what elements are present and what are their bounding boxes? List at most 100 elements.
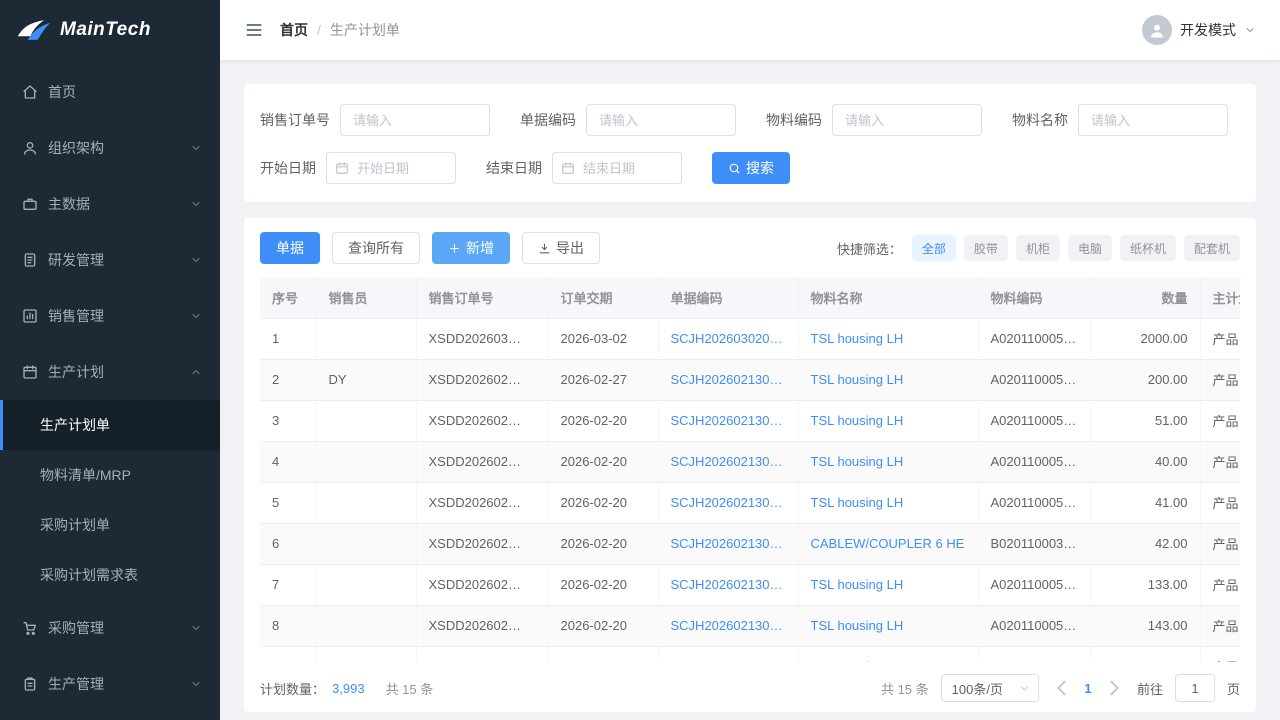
table-row[interactable]: 3XSDD202602…2026-02-20SCJH20260213004…TS… — [260, 400, 1240, 441]
filter-field-start-date: 开始日期 — [260, 152, 456, 184]
sidebar-item-home[interactable]: 首页 — [0, 64, 220, 120]
table-cell-material_name[interactable]: TSL housing LH — [798, 359, 978, 400]
quick-filter-chip[interactable]: 配套机 — [1184, 235, 1240, 261]
table-cell-material_code: B0201100032… — [978, 646, 1090, 662]
sidebar-subitem-production-plan-order[interactable]: 生产计划单 — [0, 400, 220, 450]
table-cell-plan_attr: 产品 — [1200, 646, 1240, 662]
table-cell-plan_attr: 产品 — [1200, 441, 1240, 482]
sidebar-subitem-purchase-plan-demand[interactable]: 采购计划需求表 — [0, 550, 220, 600]
table-cell-index: 7 — [260, 564, 316, 605]
chevron-down-icon — [190, 142, 202, 154]
table-cell-plan_attr: 产品 — [1200, 318, 1240, 359]
column-header-doc_code: 单据编码 — [658, 278, 798, 318]
prev-page-button[interactable] — [1051, 677, 1073, 699]
table-row[interactable]: 6XSDD202602…2026-02-20SCJH20260213003…CA… — [260, 523, 1240, 564]
chart-icon — [22, 308, 38, 324]
quick-filter-label: 快捷筛选： — [837, 239, 902, 258]
table-cell-material_code: A0201100056… — [978, 441, 1090, 482]
search-button[interactable]: 搜索 — [712, 152, 790, 184]
quick-filter-chip[interactable]: 机柜 — [1016, 235, 1060, 261]
menu-fold-icon[interactable] — [244, 20, 264, 40]
user-menu[interactable]: 开发模式 — [1142, 15, 1256, 45]
table-row[interactable]: 7XSDD202602…2026-02-20SCJH20260213002…TS… — [260, 564, 1240, 605]
table-cell-quantity: 51.00 — [1090, 400, 1200, 441]
table-cell-plan_attr: 产品 — [1200, 400, 1240, 441]
next-page-button[interactable] — [1103, 677, 1125, 699]
column-header-plan_attr: 主计划属性 — [1200, 278, 1240, 318]
breadcrumb-current: 生产计划单 — [330, 20, 400, 40]
table-row[interactable]: 4XSDD202602…2026-02-20SCJH20260213003…TS… — [260, 441, 1240, 482]
sidebar-item-master-data[interactable]: 主数据 — [0, 176, 220, 232]
sidebar-subitem-purchase-plan-order[interactable]: 采购计划单 — [0, 500, 220, 550]
table-cell-index: 2 — [260, 359, 316, 400]
filter-label: 开始日期 — [260, 158, 316, 178]
sales-order-no-input[interactable] — [340, 104, 490, 136]
table-row[interactable]: 1XSDD202603…2026-03-02SCJH20260302001…TS… — [260, 318, 1240, 359]
table-cell-doc_code[interactable]: SCJH20260213003… — [658, 482, 798, 523]
table-row[interactable]: 8XSDD202602…2026-02-20SCJH20260213002…TS… — [260, 605, 1240, 646]
quick-filter-chip[interactable]: 电脑 — [1068, 235, 1112, 261]
table-cell-material_name[interactable]: TSL housing LH — [798, 441, 978, 482]
filter-label: 物料名称 — [1012, 110, 1068, 130]
table-cell-material_name[interactable]: TSL housing LH — [798, 564, 978, 605]
doc-code-input[interactable] — [586, 104, 736, 136]
sidebar-item-rd-management[interactable]: 研发管理 — [0, 232, 220, 288]
filter-row-date: 开始日期结束日期 搜索 — [260, 152, 1240, 184]
filter-label: 单据编码 — [520, 110, 576, 130]
table-cell-doc_code[interactable]: SCJH20260302001… — [658, 318, 798, 359]
table-row[interactable]: 5XSDD202602…2026-02-20SCJH20260213003…TS… — [260, 482, 1240, 523]
table-cell-doc_code[interactable]: SCJH20260213002… — [658, 605, 798, 646]
table-cell-material_name[interactable]: CABLEW/COUPLER 6 HE — [798, 646, 978, 662]
material-code-input[interactable] — [832, 104, 982, 136]
topbar: 首页 / 生产计划单 开发模式 — [220, 0, 1280, 60]
breadcrumb-home[interactable]: 首页 — [280, 20, 308, 40]
breadcrumb: 首页 / 生产计划单 — [280, 20, 400, 40]
table-cell-material_name[interactable]: TSL housing LH — [798, 482, 978, 523]
sidebar-item-production-management[interactable]: 生产管理 — [0, 656, 220, 712]
table-cell-quantity: 200.00 — [1090, 359, 1200, 400]
sidebar-item-org[interactable]: 组织架构 — [0, 120, 220, 176]
table-cell-doc_code[interactable]: SCJH20260213003… — [658, 523, 798, 564]
table-cell-index: 3 — [260, 400, 316, 441]
query-all-button[interactable]: 查询所有 — [332, 232, 420, 264]
table-body: 1XSDD202603…2026-03-02SCJH20260302001…TS… — [260, 318, 1240, 662]
sidebar-subitem-bom-mrp[interactable]: 物料清单/MRP — [0, 450, 220, 500]
export-button[interactable]: 导出 — [522, 232, 600, 264]
table-cell-doc_code[interactable]: SCJH20260213005… — [658, 359, 798, 400]
column-header-salesperson: 销售员 — [316, 278, 416, 318]
table-cell-sales_order_no: XSDD202602… — [416, 482, 548, 523]
table-cell-plan_attr: 产品 — [1200, 523, 1240, 564]
add-button[interactable]: 新增 — [432, 232, 510, 264]
sidebar-item-production-plan[interactable]: 生产计划 — [0, 344, 220, 400]
table-cell-doc_code[interactable]: SCJH20260213004… — [658, 400, 798, 441]
sidebar-item-sales-management[interactable]: 销售管理 — [0, 288, 220, 344]
page-size-select[interactable]: 100条/页 — [941, 674, 1039, 702]
page-number[interactable]: 1 — [1077, 677, 1099, 699]
calendar-icon — [335, 161, 349, 175]
download-icon — [538, 242, 551, 255]
quick-filter-chip[interactable]: 纸杯机 — [1120, 235, 1176, 261]
table-cell-material_name[interactable]: CABLEW/COUPLER 6 HE — [798, 523, 978, 564]
table-cell-plan_attr: 产品 — [1200, 564, 1240, 605]
table-row[interactable]: 9XSDD202602…2026-02-20SCJH20260213002…CA… — [260, 646, 1240, 662]
table-cell-salesperson — [316, 441, 416, 482]
table-cell-doc_code[interactable]: SCJH20260213002… — [658, 564, 798, 605]
sidebar-item-label: 组织架构 — [48, 138, 190, 158]
quick-filter-chip[interactable]: 胶带 — [964, 235, 1008, 261]
sidebar-item-purchase-management[interactable]: 采购管理 — [0, 600, 220, 656]
table-row[interactable]: 2DYXSDD202602…2026-02-27SCJH20260213005…… — [260, 359, 1240, 400]
table-cell-material_code: A0201100056… — [978, 400, 1090, 441]
table-cell-doc_code[interactable]: SCJH20260213002… — [658, 646, 798, 662]
table-footer: 计划数量： 3,993 共 15 条 共 15 条 100条/页 1 — [260, 662, 1240, 702]
table-cell-delivery_date: 2026-02-20 — [548, 564, 658, 605]
doc-button[interactable]: 单据 — [260, 232, 320, 264]
table-cell-doc_code[interactable]: SCJH20260213003… — [658, 441, 798, 482]
table-cell-material_name[interactable]: TSL housing LH — [798, 605, 978, 646]
table-cell-material_name[interactable]: TSL housing LH — [798, 318, 978, 359]
material-name-input[interactable] — [1078, 104, 1228, 136]
goto-page-input[interactable] — [1175, 674, 1215, 702]
table-cell-material_name[interactable]: TSL housing LH — [798, 400, 978, 441]
table-cell-salesperson — [316, 482, 416, 523]
table-cell-sales_order_no: XSDD202602… — [416, 605, 548, 646]
quick-filter-chip[interactable]: 全部 — [912, 235, 956, 261]
